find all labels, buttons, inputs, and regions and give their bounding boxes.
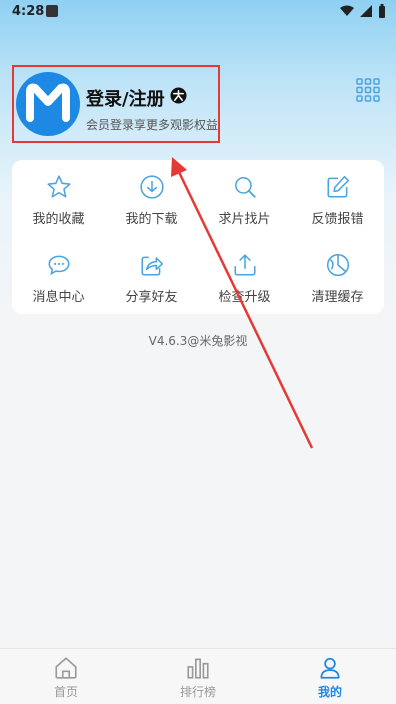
nav-home[interactable]: 首页: [26, 655, 106, 700]
battery-icon: [379, 4, 385, 18]
menu-label: 清理缓存: [311, 290, 364, 305]
menu-item-share[interactable]: 分享好友: [105, 238, 198, 305]
login-register-link[interactable]: 登录/注册: [86, 85, 165, 111]
edit-icon: [326, 175, 349, 198]
menu-label: 消息中心: [32, 290, 85, 305]
grid-menu-icon[interactable]: [356, 78, 380, 102]
menu-item-request[interactable]: 求片找片: [198, 160, 291, 227]
avatar[interactable]: [16, 72, 80, 136]
star-icon: [46, 175, 71, 198]
status-bar: 4:28: [0, 0, 396, 24]
menu-label: 我的收藏: [32, 212, 85, 227]
menu-item-clear-cache[interactable]: 清理缓存: [291, 238, 384, 305]
nav-label: 首页: [53, 685, 78, 699]
menu-label: 求片找片: [218, 212, 271, 227]
nav-ranking[interactable]: 排行榜: [158, 655, 238, 700]
feature-menu: 我的收藏 我的下载 求片找片 反馈报错 消息中心 分享好友 检查升级 清理缓存: [12, 160, 384, 314]
login-profile[interactable]: 登录/注册 会员登录享更多观影权益: [12, 65, 220, 143]
menu-item-favorites[interactable]: 我的收藏: [12, 160, 105, 227]
menu-label: 检查升级: [218, 290, 271, 305]
user-icon: [320, 657, 340, 679]
notification-icon: [46, 5, 58, 17]
vip-icon: [170, 87, 187, 104]
nav-mine[interactable]: 我的: [290, 655, 370, 700]
search-icon: [234, 177, 256, 198]
chart-icon: [187, 658, 209, 679]
app-logo-icon: [26, 83, 70, 122]
menu-item-messages[interactable]: 消息中心: [12, 238, 105, 305]
signal-icon: [360, 5, 372, 17]
menu-item-update[interactable]: 检查升级: [198, 238, 291, 305]
menu-item-downloads[interactable]: 我的下载: [105, 160, 198, 227]
menu-label: 反馈报错: [311, 212, 364, 227]
menu-label: 分享好友: [125, 290, 178, 305]
share-icon: [140, 256, 163, 276]
menu-label: 我的下载: [125, 212, 178, 227]
login-subtitle: 会员登录享更多观影权益: [86, 118, 219, 132]
clean-icon: [326, 253, 349, 277]
version-text: V4.6.3@米兔影视: [148, 334, 248, 348]
wifi-icon: [340, 5, 354, 16]
upload-icon: [233, 254, 256, 276]
menu-item-feedback[interactable]: 反馈报错: [291, 160, 384, 227]
bottom-nav: 首页 排行榜 我的: [0, 648, 396, 704]
home-icon: [55, 657, 77, 679]
status-time: 4:28: [12, 4, 45, 19]
message-icon: [47, 255, 70, 276]
nav-label: 我的: [317, 685, 342, 699]
nav-label: 排行榜: [179, 685, 216, 699]
download-icon: [139, 175, 164, 199]
